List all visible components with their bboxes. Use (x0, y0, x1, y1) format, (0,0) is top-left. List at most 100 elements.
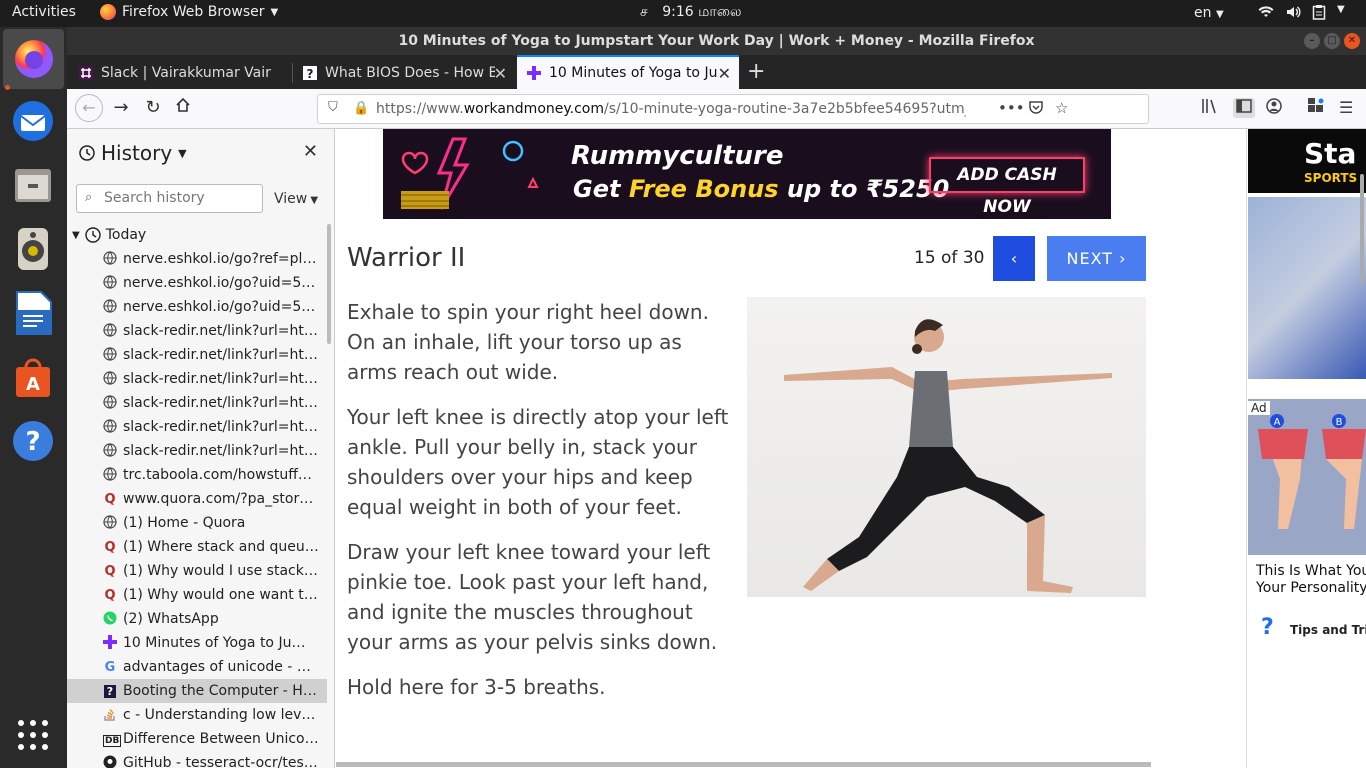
history-item[interactable]: slack-redir.net/link?url=http... (67, 319, 327, 343)
close-window-button[interactable]: ✕ (1344, 33, 1360, 49)
history-item[interactable]: (2) WhatsApp (67, 607, 327, 631)
dock-help[interactable]: ? (9, 417, 57, 465)
next-slide-button[interactable]: NEXT › (1047, 236, 1146, 281)
close-tab-icon[interactable]: ✕ (494, 64, 507, 83)
url-bar[interactable]: ⛉ 🔒 https://www.workandmoney.com/s/10-mi… (317, 94, 1149, 124)
history-item[interactable]: DB Difference Between Unicod... (67, 727, 327, 751)
ad-cta-button[interactable]: ADD CASH NOW (929, 157, 1085, 217)
bookmark-star-icon[interactable]: ☆ (1055, 99, 1068, 117)
slack-icon (79, 66, 93, 80)
chevron-down-icon: ▼ (307, 195, 319, 206)
neon-decoration-icon (401, 137, 539, 210)
minimize-button[interactable]: – (1304, 33, 1320, 49)
close-tab-icon[interactable]: ✕ (718, 64, 731, 83)
language-indicator[interactable]: en ▼ (1194, 5, 1224, 21)
history-item[interactable]: Q (1) Why would one want to u... (67, 583, 327, 607)
history-item[interactable]: nerve.eshkol.io/go?uid=5e1... (67, 295, 327, 319)
dock-firefox[interactable] (3, 29, 64, 90)
sidebar-toggle-icon[interactable] (1233, 98, 1255, 118)
clock-icon (79, 145, 95, 161)
howstuffworks-icon: ? (303, 66, 317, 80)
tab-howstuffworks[interactable]: ? What BIOS Does - How B ✕ (293, 57, 515, 89)
legs-illustration: A B (1258, 414, 1366, 529)
extensions-icon[interactable] (1307, 98, 1325, 118)
window-title: 10 Minutes of Yoga to Jumpstart Your Wor… (398, 33, 1035, 49)
activities-button[interactable]: Activities (12, 4, 76, 20)
globe-icon (103, 394, 117, 412)
maximize-button[interactable]: □ (1324, 33, 1340, 49)
globe-icon (103, 370, 117, 388)
history-item[interactable]: slack-redir.net/link?url=http... (67, 367, 327, 391)
home-button[interactable] (171, 97, 195, 118)
dock-thunderbird[interactable] (9, 97, 57, 145)
library-icon[interactable] (1201, 98, 1219, 118)
page-content: Rummyculture Get Free Bonus up to ₹5250 … (336, 129, 1366, 768)
sidebar-header[interactable]: History ▼ (79, 141, 187, 165)
history-item[interactable]: ? Booting the Computer - How... (67, 679, 327, 703)
history-item[interactable]: slack-redir.net/link?url=http... (67, 415, 327, 439)
yoga-pose-photo (747, 297, 1146, 597)
history-item[interactable]: 10 Minutes of Yoga to Jump... (67, 631, 327, 655)
system-tray[interactable]: ▼ (1258, 4, 1345, 20)
new-tab-button[interactable]: + (747, 59, 765, 84)
history-item[interactable]: nerve.eshkol.io/go?uid=5e1... (67, 271, 327, 295)
page-horizontal-scrollbar[interactable] (336, 762, 1151, 767)
sidebar-scrollbar[interactable] (327, 224, 331, 344)
app-menu[interactable]: Firefox Web Browser ▼ (100, 4, 278, 20)
document-icon (16, 291, 52, 335)
history-item-label: Difference Between Unicod... (123, 731, 319, 747)
ad-source[interactable]: Tips and Tri (1290, 623, 1366, 637)
clock-time: 9:16 மாலை (662, 4, 742, 20)
view-menu-button[interactable]: View ▼ (274, 191, 318, 207)
system-top-bar: Activities Firefox Web Browser ▼ ச 9:16 … (0, 0, 1366, 27)
dock-rhythmbox[interactable] (9, 225, 57, 273)
forward-button[interactable]: → (109, 97, 133, 118)
history-item[interactable]: Q (1) Why would I use stack ins... (67, 559, 327, 583)
history-list: nerve.eshkol.io/go?ref=pl&h... nerve.eshk… (67, 247, 327, 768)
tab-slack[interactable]: Slack | Vairakkumar Vaira (69, 57, 289, 89)
history-item[interactable]: slack-redir.net/link?url=http... (67, 439, 327, 463)
history-item[interactable]: trc.taboola.com/howstuffwo... (67, 463, 327, 487)
slide-title: Warrior II (347, 243, 466, 273)
history-item[interactable]: (1) Home - Quora (67, 511, 327, 535)
history-item[interactable]: Q (1) Where stack and queue u... (67, 535, 327, 559)
history-item-label: nerve.eshkol.io/go?uid=5e1... (123, 299, 319, 315)
search-placeholder: Search history (104, 190, 205, 206)
history-item[interactable]: GitHub - tesseract-ocr/tessd... (67, 751, 327, 768)
dock-writer[interactable] (9, 289, 57, 337)
dock-files[interactable] (9, 161, 57, 209)
history-group-today[interactable]: ▼ Today (72, 227, 146, 243)
page-actions-button[interactable]: ••• (998, 99, 1025, 117)
history-item[interactable]: Gadvantages of unicode - Goo... (67, 655, 327, 679)
dock-software[interactable]: A (9, 353, 57, 401)
history-item[interactable]: nerve.eshkol.io/go?ref=pl&h... (67, 247, 327, 271)
history-item-label: slack-redir.net/link?url=http... (123, 443, 319, 459)
pocket-icon[interactable] (1028, 99, 1044, 119)
history-item[interactable]: Qwww.quora.com/?pa_story=... (67, 487, 327, 511)
display-ad[interactable]: Ad A B (1248, 399, 1366, 555)
history-item-label: GitHub - tesseract-ocr/tessd... (123, 755, 319, 768)
close-sidebar-button[interactable]: ✕ (303, 141, 318, 162)
clock[interactable]: ச 9:16 மாலை (640, 4, 742, 22)
ad-caption[interactable]: This Is What You Your Personality (1256, 563, 1366, 597)
history-item[interactable]: c - Understanding low level f... (67, 703, 327, 727)
sports-ad-photo[interactable] (1248, 197, 1366, 379)
menu-icon[interactable]: ☰ (1339, 98, 1353, 117)
search-history-input[interactable]: ⌕ Search history (76, 184, 263, 213)
page-vertical-scrollbar[interactable] (1360, 174, 1364, 284)
previous-slide-button[interactable]: ‹ (993, 236, 1035, 281)
firefox-icon (14, 40, 53, 78)
ad-option-b: B (1336, 417, 1343, 428)
account-icon[interactable] (1266, 98, 1282, 118)
sports-ad[interactable]: Sta SPORTS (1248, 129, 1366, 193)
globe-icon (103, 346, 117, 364)
warrior-pose-figure (784, 319, 1112, 593)
history-item[interactable]: slack-redir.net/link?url=http... (67, 343, 327, 367)
tab-yoga[interactable]: 10 Minutes of Yoga to Ju ✕ (517, 55, 739, 89)
back-button[interactable]: ← (75, 94, 103, 122)
reload-button[interactable]: ↻ (141, 97, 165, 118)
show-applications-button[interactable] (9, 711, 57, 759)
svg-text:A: A (26, 374, 40, 395)
ad-banner[interactable]: Rummyculture Get Free Bonus up to ₹5250 … (383, 129, 1111, 219)
history-item[interactable]: slack-redir.net/link?url=http... (67, 391, 327, 415)
